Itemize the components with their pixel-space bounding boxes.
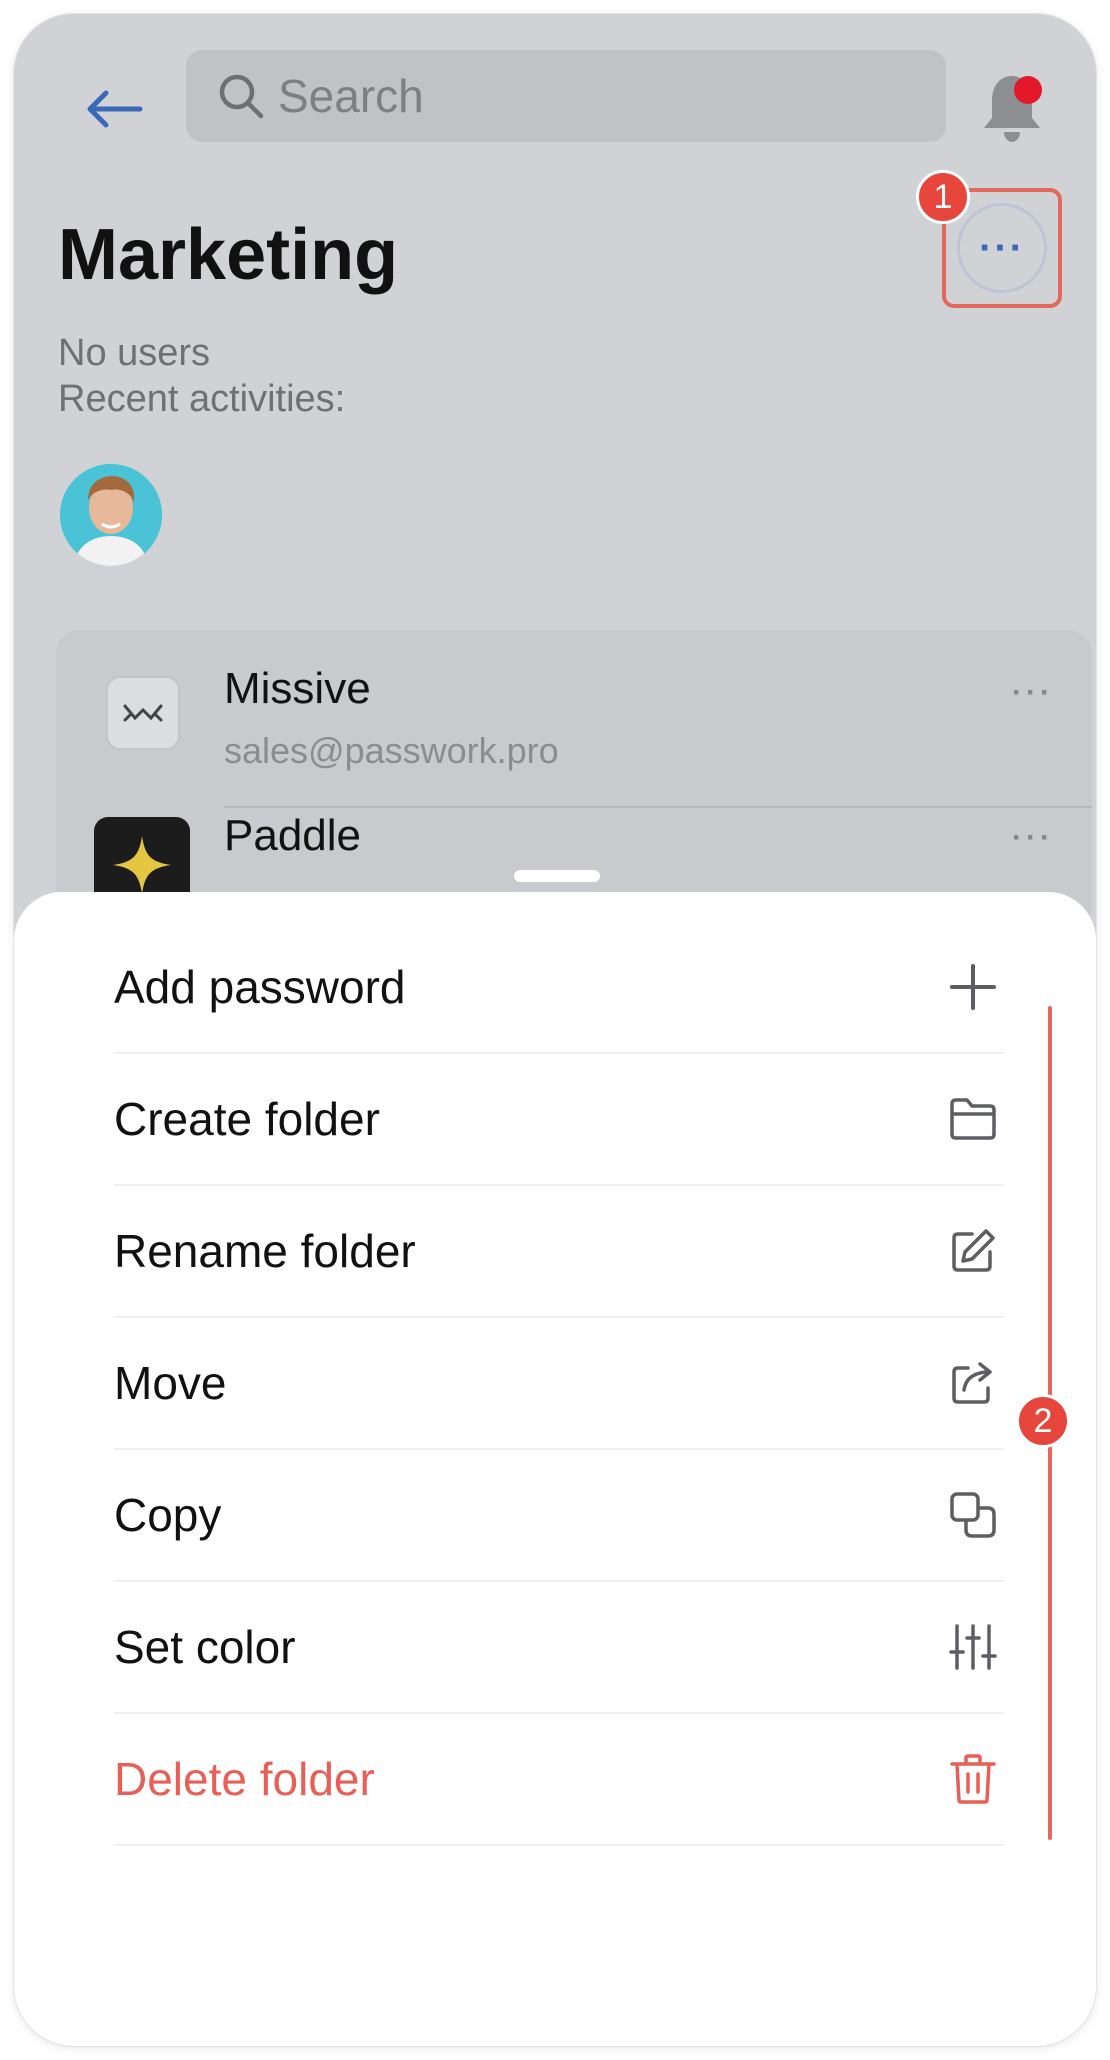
back-button[interactable] [74,74,154,144]
menu-item-label: Delete folder [114,1753,375,1805]
actions-menu: Add password Create folder Rename folder… [114,922,1004,1846]
menu-item-label: Rename folder [114,1225,416,1277]
sliders-icon [946,1620,1000,1674]
menu-item-copy[interactable]: Copy [114,1450,1004,1582]
annotation-badge-2: 2 [1016,1394,1070,1448]
menu-item-move[interactable]: Move [114,1318,1004,1450]
sheet-drag-handle[interactable] [514,870,600,882]
users-count-text: No users [58,332,211,374]
actions-bottom-sheet: Add password Create folder Rename folder… [14,892,1096,2046]
share-icon [946,1356,1000,1410]
avatar[interactable] [60,464,162,566]
search-bar[interactable]: Search [186,50,946,142]
annotation-badge-1: 1 [916,170,970,224]
entry-email: sales@passwork.pro [224,730,559,771]
menu-item-create-folder[interactable]: Create folder [114,1054,1004,1186]
password-list: Missive sales@passwork.pro ··· Paddle ··… [56,630,1092,930]
menu-item-label: Set color [114,1621,296,1673]
entry-name: Paddle [224,811,362,860]
user-photo-icon [60,464,162,566]
folder-icon [946,1092,1000,1146]
search-placeholder: Search [278,70,424,122]
notifications-button[interactable] [976,70,1048,146]
page-title: Marketing [58,215,399,295]
folder-meta: No users Recent activities: [58,330,345,422]
menu-item-label: Create folder [114,1093,380,1145]
entry-name: Missive [224,664,371,713]
ellipsis-icon: ··· [1012,821,1054,854]
missive-app-icon [106,676,180,750]
list-item[interactable]: Missive sales@passwork.pro ··· [56,630,1092,808]
recent-activities-label: Recent activities: [58,378,346,420]
copy-icon [946,1488,1000,1542]
more-options-button[interactable]: ··· [957,203,1047,293]
phone-screen: Search Marketing No users Recent activit… [14,14,1096,2046]
notification-dot [1014,76,1042,104]
menu-item-label: Add password [114,961,406,1013]
edit-icon [946,1224,1000,1278]
menu-item-label: Move [114,1357,227,1409]
menu-item-delete-folder[interactable]: Delete folder [114,1714,1004,1846]
ellipsis-icon: ··· [1012,676,1054,709]
entry-more-button[interactable]: ··· [1012,676,1054,710]
arrow-left-icon [87,90,143,128]
menu-item-add-password[interactable]: Add password [114,922,1004,1054]
trash-icon [946,1752,1000,1806]
menu-item-set-color[interactable]: Set color [114,1582,1004,1714]
search-icon [219,74,264,119]
entry-more-button[interactable]: ··· [1012,821,1054,855]
ellipsis-icon: ··· [979,225,1025,270]
plus-icon [946,960,1000,1014]
menu-item-rename-folder[interactable]: Rename folder [114,1186,1004,1318]
menu-item-label: Copy [114,1489,222,1541]
